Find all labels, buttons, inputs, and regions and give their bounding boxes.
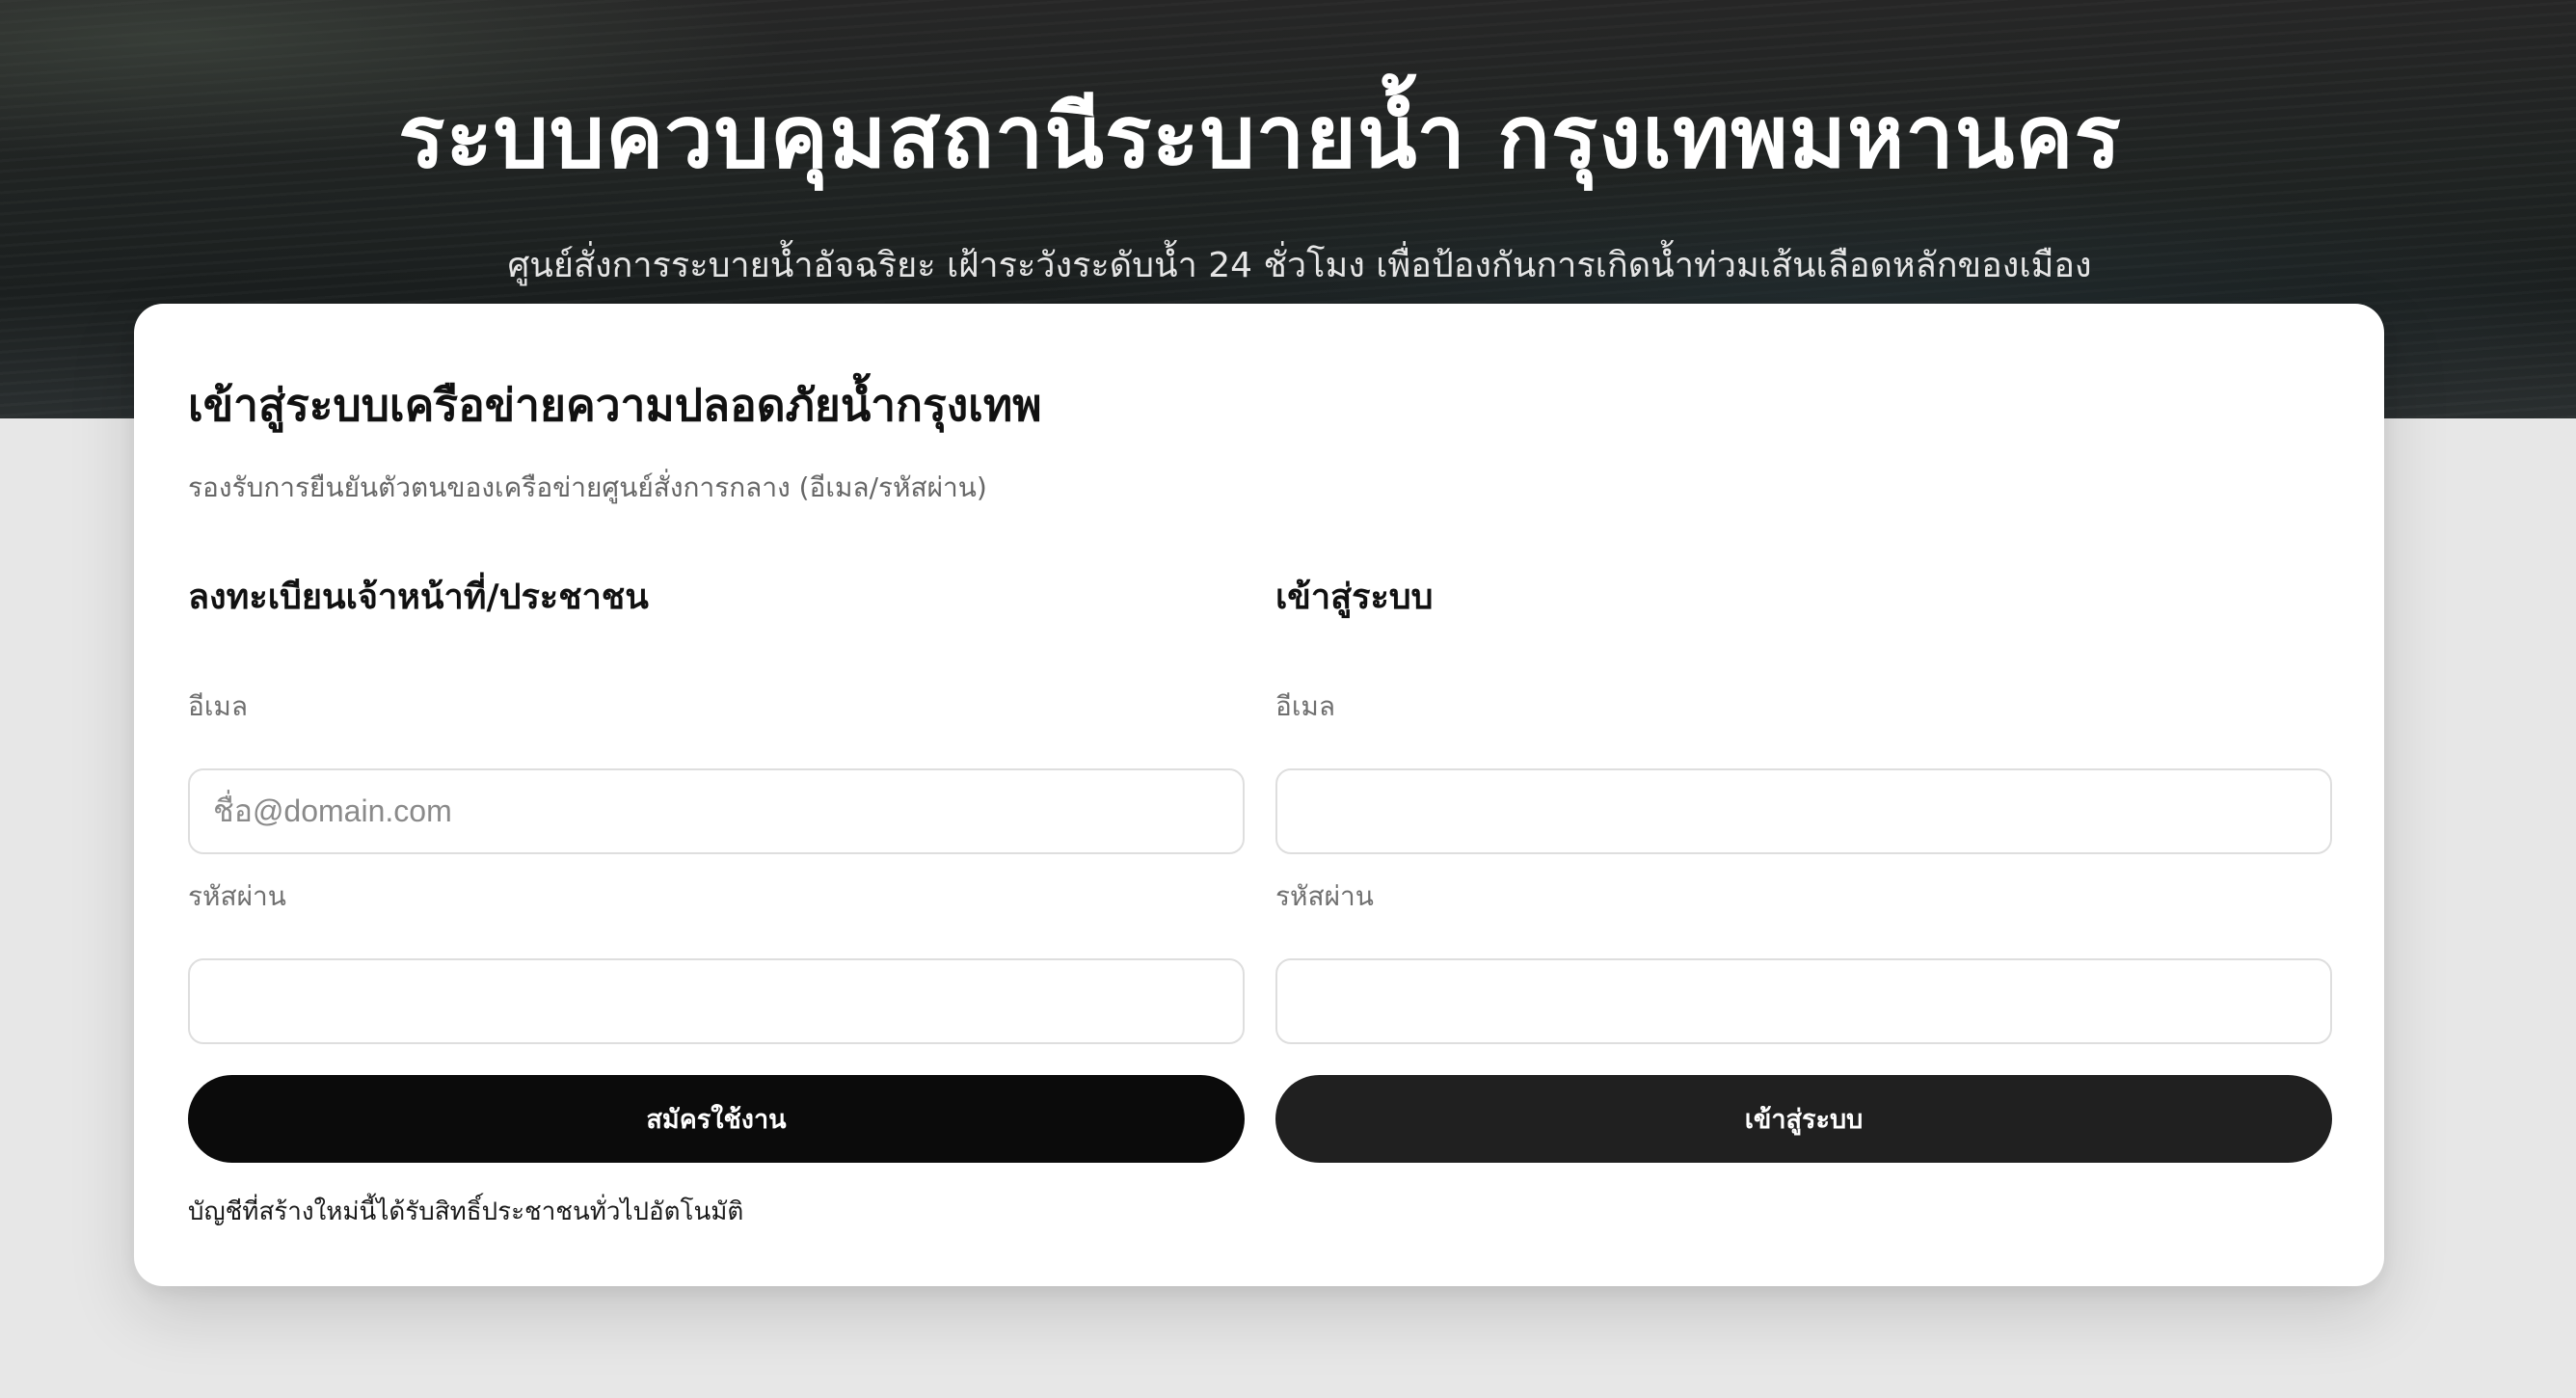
register-email-label: อีเมล [188,690,249,722]
register-heading: ลงทะเบียนเจ้าหน้าที่/ประชาชน [188,578,649,617]
login-password-label: รหัสผ่าน [1275,880,1374,912]
login-email-input[interactable] [1275,768,2332,854]
login-button[interactable]: เข้าสู่ระบบ [1275,1075,2332,1163]
register-button[interactable]: สมัครใช้งาน [188,1075,1245,1163]
card-title: เข้าสู่ระบบเครือข่ายความปลอดภัยน้ำกรุงเท… [188,379,1042,431]
register-password-input[interactable] [188,958,1245,1044]
page-subtitle: ศูนย์สั่งการระบายน้ำอัจฉริยะ เฝ้าระวังระ… [507,246,2092,285]
page-title: ระบบควบคุมสถานีระบายน้ำ กรุงเทพมหานคร [398,87,2122,188]
login-password-input[interactable] [1275,958,2332,1044]
login-email-label: อีเมล [1275,690,1336,722]
register-note: บัญชีที่สร้างใหม่นี้ได้รับสิทธิ์ประชาชนท… [188,1197,744,1226]
page: ระบบควบคุมสถานีระบายน้ำ กรุงเทพมหานคร ศู… [0,0,2576,1398]
login-heading: เข้าสู่ระบบ [1275,578,1434,617]
register-email-input[interactable] [188,768,1245,854]
register-password-label: รหัสผ่าน [188,880,286,912]
auth-card: เข้าสู่ระบบเครือข่ายความปลอดภัยน้ำกรุงเท… [134,304,2384,1286]
card-subtitle: รองรับการยืนยันตัวตนของเครือข่ายศูนย์สั่… [188,471,987,503]
